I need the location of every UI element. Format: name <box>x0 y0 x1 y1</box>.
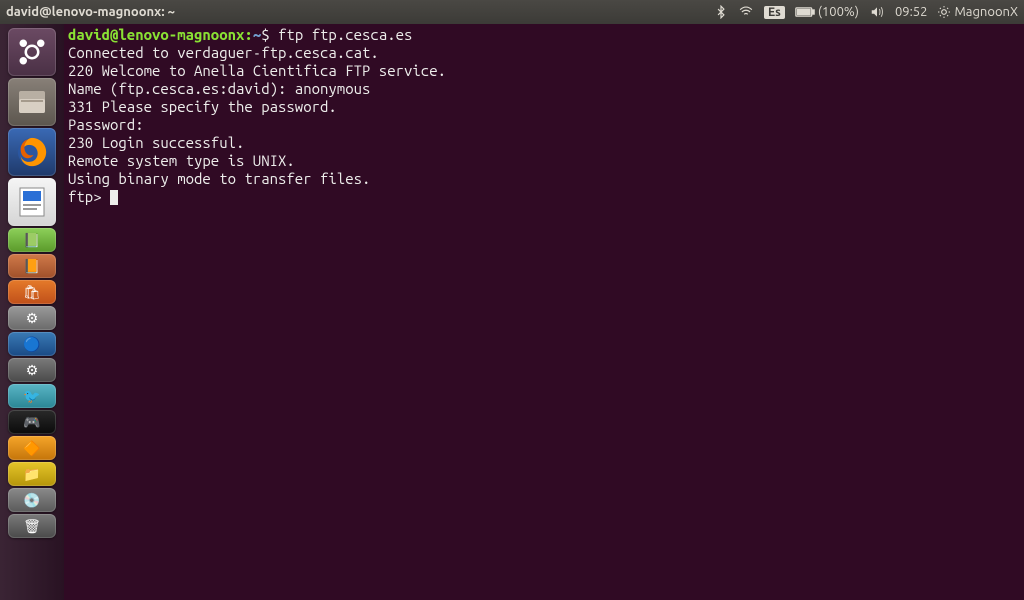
battery-indicator[interactable]: (100%) <box>795 5 859 19</box>
firefox-launcher-icon[interactable] <box>8 128 56 176</box>
dash-button[interactable] <box>8 28 56 76</box>
bluetooth-icon[interactable] <box>714 5 728 19</box>
app-launcher-icon-6[interactable]: 📁 <box>8 462 56 486</box>
files-launcher-icon[interactable] <box>8 78 56 126</box>
terminal-line: 230 Login successful. <box>68 134 244 151</box>
top-menubar: david@lenovo-magnoonx: ~ Es (100%) 09:52… <box>0 0 1024 24</box>
app-launcher-icon-1[interactable]: ⚙ <box>8 306 56 330</box>
app-launcher-icon-4[interactable]: 🎮 <box>8 410 56 434</box>
terminal-window[interactable]: david@lenovo-magnoonx:~$ ftp ftp.cesca.e… <box>64 24 1024 600</box>
keyboard-language-indicator[interactable]: Es <box>764 6 785 19</box>
settings-launcher-icon[interactable]: ⚙ <box>8 358 56 382</box>
terminal-line: Password: <box>68 116 144 133</box>
calc-launcher-icon[interactable]: 📗 <box>8 228 56 252</box>
ftp-prompt: ftp> <box>68 188 110 205</box>
wifi-icon[interactable] <box>738 5 754 19</box>
app-launcher-icon-7[interactable]: 💿 <box>8 488 56 512</box>
prompt-userhost: david@lenovo-magnoonx <box>68 26 244 43</box>
unity-launcher: 📗 📙 🛍 ⚙ 🔵 ⚙ 🐦 🎮 🔶 📁 💿 🗑 <box>0 24 64 600</box>
terminal-line: Name (ftp.cesca.es:david): anonymous <box>68 80 370 97</box>
app-launcher-icon-3[interactable]: 🐦 <box>8 384 56 408</box>
app-launcher-icon-5[interactable]: 🔶 <box>8 436 56 460</box>
app-launcher-icon-2[interactable]: 🔵 <box>8 332 56 356</box>
terminal-line: Connected to verdaguer-ftp.cesca.cat. <box>68 44 379 61</box>
volume-icon[interactable] <box>869 5 885 19</box>
battery-percent: (100%) <box>818 5 859 19</box>
session-menu[interactable]: MagnoonX <box>937 5 1018 19</box>
terminal-line: Remote system type is UNIX. <box>68 152 295 169</box>
impress-launcher-icon[interactable]: 📙 <box>8 254 56 278</box>
command-text: ftp ftp.cesca.es <box>278 26 412 43</box>
terminal-cursor <box>110 190 118 205</box>
indicator-area: Es (100%) 09:52 MagnoonX <box>714 5 1018 19</box>
clock[interactable]: 09:52 <box>895 5 928 19</box>
terminal-line: 331 Please specify the password. <box>68 98 337 115</box>
writer-launcher-icon[interactable] <box>8 178 56 226</box>
software-center-icon[interactable]: 🛍 <box>8 280 56 304</box>
prompt-path: ~ <box>253 26 261 43</box>
trash-launcher-icon[interactable]: 🗑 <box>8 514 56 538</box>
session-user: MagnoonX <box>954 5 1018 19</box>
terminal-line: Using binary mode to transfer files. <box>68 170 370 187</box>
window-title: david@lenovo-magnoonx: ~ <box>6 5 714 19</box>
terminal-line: 220 Welcome to Anella Cientifica FTP ser… <box>68 62 446 79</box>
